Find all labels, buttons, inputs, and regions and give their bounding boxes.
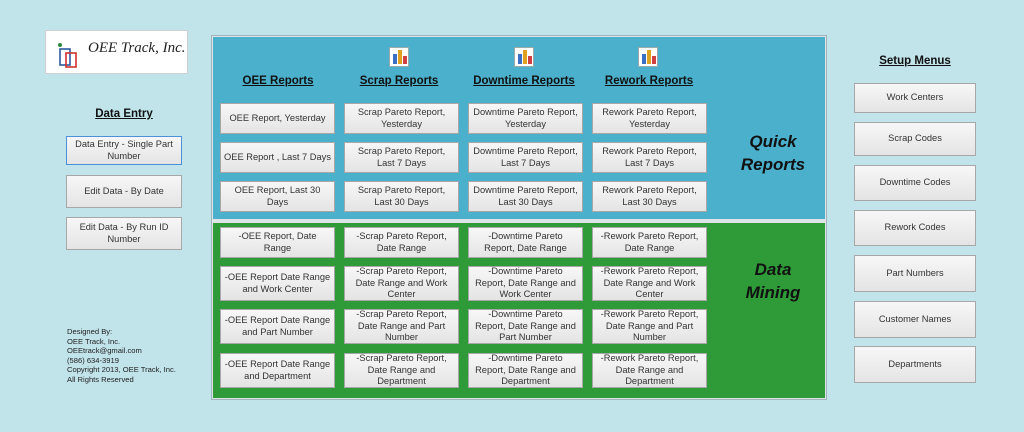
edit-data-by-run-id-button[interactable]: Edit Data - By Run ID Number (66, 217, 182, 250)
mining-scrap-department-button[interactable]: -Scrap Pareto Report, Date Range and Dep… (344, 353, 459, 388)
quick-oee-yesterday-button[interactable]: OEE Report, Yesterday (220, 103, 335, 134)
mining-scrap-date-range-button[interactable]: -Scrap Pareto Report, Date Range (344, 227, 459, 258)
quick-reports-label-line2: Reports (740, 155, 806, 174)
company-logo: OEE Track, Inc. (45, 30, 188, 74)
credits-line: Copyright 2013, OEE Track, Inc. (67, 365, 176, 375)
mining-scrap-part-number-button[interactable]: -Scrap Pareto Report, Date Range and Par… (344, 309, 459, 344)
quick-rework-30days-button[interactable]: Rework Pareto Report, Last 30 Days (592, 181, 707, 212)
mining-downtime-part-number-button[interactable]: -Downtime Pareto Report, Date Range and … (468, 309, 583, 344)
edit-data-by-date-button[interactable]: Edit Data - By Date (66, 175, 182, 208)
mining-downtime-department-button[interactable]: -Downtime Pareto Report, Date Range and … (468, 353, 583, 388)
credits-line: OEEtrack@gmail.com (67, 346, 142, 356)
quick-downtime-7days-button[interactable]: Downtime Pareto Report, Last 7 Days (468, 142, 583, 173)
setup-menus-title: Setup Menus (879, 55, 951, 67)
quick-rework-yesterday-button[interactable]: Rework Pareto Report, Yesterday (592, 103, 707, 134)
quick-rework-7days-button[interactable]: Rework Pareto Report, Last 7 Days (592, 142, 707, 173)
logo-text: OEE Track, Inc. (88, 40, 186, 56)
mining-oee-department-button[interactable]: -OEE Report Date Range and Department (220, 353, 335, 388)
credits-line: All Rights Reserved (67, 374, 134, 384)
rework-codes-button[interactable]: Rework Codes (854, 210, 976, 246)
downtime-reports-header: Downtime Reports (473, 75, 575, 87)
departments-button[interactable]: Departments (854, 346, 976, 383)
quick-scrap-30days-button[interactable]: Scrap Pareto Report, Last 30 Days (344, 181, 459, 212)
mining-downtime-work-center-button[interactable]: -Downtime Pareto Report, Date Range and … (468, 266, 583, 301)
mining-oee-work-center-button[interactable]: -OEE Report Date Range and Work Center (220, 266, 335, 301)
scrap-reports-header: Scrap Reports (359, 75, 439, 87)
mining-rework-part-number-button[interactable]: -Rework Pareto Report, Date Range and Pa… (592, 309, 707, 344)
quick-reports-label: Quick Reports (718, 130, 828, 176)
credits-line: Designed By: (67, 327, 113, 336)
customer-names-button[interactable]: Customer Names (854, 301, 976, 338)
mining-rework-work-center-button[interactable]: -Rework Pareto Report, Date Range and Wo… (592, 266, 707, 301)
data-entry-single-part-button[interactable]: Data Entry - Single Part Number (66, 136, 182, 165)
logo-mark-icon (58, 43, 77, 68)
quick-reports-label-line1: Quick (749, 132, 797, 151)
bar-chart-icon (389, 47, 409, 67)
oee-reports-header: OEE Reports (242, 75, 314, 87)
part-numbers-button[interactable]: Part Numbers (854, 255, 976, 292)
scrap-codes-button[interactable]: Scrap Codes (854, 122, 976, 156)
data-mining-label: Data Mining (718, 258, 828, 304)
mining-rework-department-button[interactable]: -Rework Pareto Report, Date Range and De… (592, 353, 707, 388)
designer-credits: Designed By: OEE Track, Inc. OEEtrack@gm… (67, 327, 176, 385)
mining-oee-date-range-button[interactable]: -OEE Report, Date Range (220, 227, 335, 258)
downtime-codes-button[interactable]: Downtime Codes (854, 165, 976, 201)
credits-line: OEE Track, Inc. (67, 336, 121, 346)
quick-oee-30days-button[interactable]: OEE Report, Last 30 Days (220, 181, 335, 212)
quick-scrap-7days-button[interactable]: Scrap Pareto Report, Last 7 Days (344, 142, 459, 173)
mining-oee-part-number-button[interactable]: -OEE Report Date Range and Part Number (220, 309, 335, 344)
mining-downtime-date-range-button[interactable]: -Downtime Pareto Report, Date Range (468, 227, 583, 258)
data-mining-label-line2: Mining (745, 283, 801, 302)
mining-rework-date-range-button[interactable]: -Rework Pareto Report, Date Range (592, 227, 707, 258)
quick-downtime-30days-button[interactable]: Downtime Pareto Report, Last 30 Days (468, 181, 583, 212)
rework-reports-header: Rework Reports (604, 75, 694, 87)
bar-chart-icon (514, 47, 534, 67)
work-centers-button[interactable]: Work Centers (854, 83, 976, 113)
quick-oee-7days-button[interactable]: OEE Report , Last 7 Days (220, 142, 335, 173)
bar-chart-icon (638, 47, 658, 67)
quick-downtime-yesterday-button[interactable]: Downtime Pareto Report, Yesterday (468, 103, 583, 134)
credits-line: (586) 634-3919 (67, 355, 119, 365)
data-entry-title: Data Entry (95, 108, 153, 120)
quick-scrap-yesterday-button[interactable]: Scrap Pareto Report, Yesterday (344, 103, 459, 134)
mining-scrap-work-center-button[interactable]: -Scrap Pareto Report, Date Range and Wor… (344, 266, 459, 301)
data-mining-label-line1: Data (754, 260, 792, 279)
